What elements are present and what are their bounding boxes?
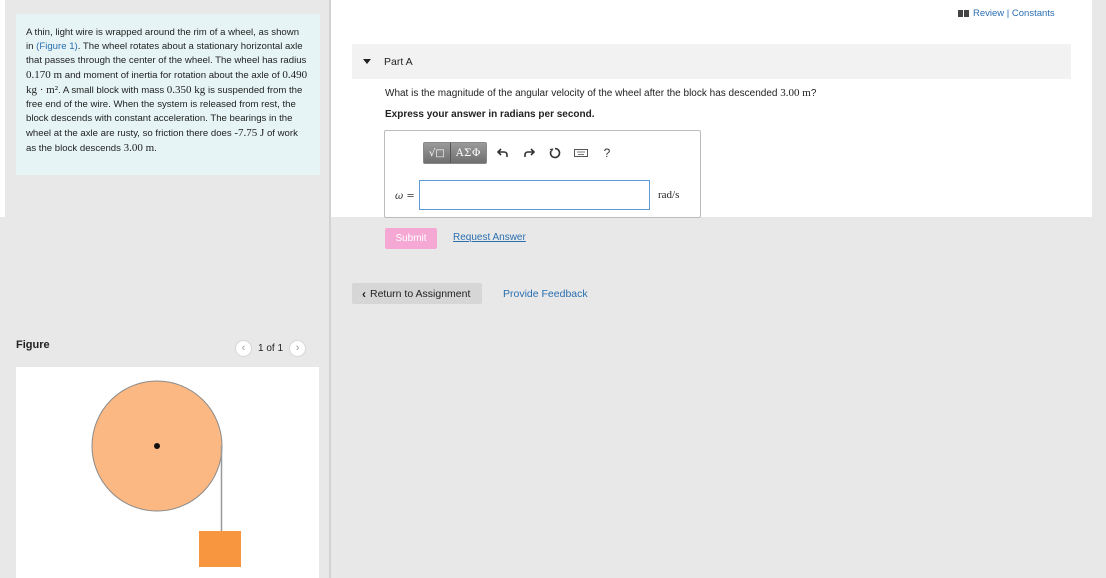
greek-symbols-button[interactable]: ΑΣΦ xyxy=(449,143,486,163)
wheel-block-figure xyxy=(91,380,241,567)
figure-counter: 1 of 1 xyxy=(258,342,284,354)
unit-label: rad/s xyxy=(658,189,680,201)
problem-text-12: . xyxy=(154,143,157,154)
book-icon xyxy=(958,10,969,17)
return-to-assignment-button[interactable]: ‹ Return to Assignment xyxy=(352,283,482,304)
block xyxy=(199,531,241,567)
question-text: What is the magnitude of the angular vel… xyxy=(385,87,816,99)
review-link-label: Review | Constants xyxy=(973,8,1055,19)
chevron-right-icon[interactable]: › xyxy=(289,339,307,357)
math-toolbar: √□ ΑΣΦ ? xyxy=(423,142,617,164)
omega-variable-label: ω = xyxy=(395,191,415,202)
question-prefix: What is the magnitude of the angular vel… xyxy=(385,88,781,99)
template-buttons: √□ ΑΣΦ xyxy=(423,142,487,164)
keyboard-icon[interactable] xyxy=(571,143,591,163)
reset-icon[interactable] xyxy=(545,143,565,163)
undo-icon[interactable] xyxy=(493,143,513,163)
answer-input[interactable] xyxy=(419,180,650,210)
left-column: A thin, light wire is wrapped around the… xyxy=(0,0,330,578)
redo-icon[interactable] xyxy=(519,143,539,163)
return-label: Return to Assignment xyxy=(370,287,471,300)
distance-value: 3.00 m xyxy=(123,142,155,154)
problem-statement: A thin, light wire is wrapped around the… xyxy=(16,14,320,175)
radius-value: 0.170 m xyxy=(26,69,63,81)
figure-link[interactable]: (Figure 1) xyxy=(36,41,78,52)
question-suffix: ? xyxy=(810,88,817,99)
chevron-left-icon: ‹ xyxy=(362,286,366,301)
question-value: 3.00 m xyxy=(780,87,811,99)
submit-button[interactable]: Submit xyxy=(385,228,437,249)
request-answer-link[interactable]: Request Answer xyxy=(453,232,526,243)
axle xyxy=(154,443,160,449)
review-constants-link[interactable]: Review | Constants xyxy=(958,8,1055,19)
left-white-strip xyxy=(0,0,5,217)
part-title: Part A xyxy=(384,55,413,68)
answer-box: √□ ΑΣΦ ? ω = rad/s xyxy=(384,130,701,218)
mastering-page: A thin, light wire is wrapped around the… xyxy=(0,0,1106,578)
provide-feedback-link[interactable]: Provide Feedback xyxy=(503,288,588,300)
chevron-left-icon[interactable]: ‹ xyxy=(235,339,252,357)
problem-text-6: . A small block with mass xyxy=(58,85,167,96)
figure-navigation: ‹ 1 of 1 › xyxy=(235,339,307,357)
caret-down-icon xyxy=(363,59,371,64)
figure-heading: Figure xyxy=(16,339,50,351)
work-value: -7.75 J xyxy=(234,127,265,139)
figure-panel xyxy=(16,367,319,578)
help-icon[interactable]: ? xyxy=(597,143,617,163)
answer-instruction: Express your answer in radians per secon… xyxy=(385,109,595,120)
part-a-header[interactable]: Part A xyxy=(352,44,1071,79)
mass-value: 0.350 kg xyxy=(166,84,206,96)
problem-text-4: and moment of inertia for rotation about… xyxy=(62,70,283,81)
templates-button[interactable]: √□ xyxy=(424,143,450,163)
